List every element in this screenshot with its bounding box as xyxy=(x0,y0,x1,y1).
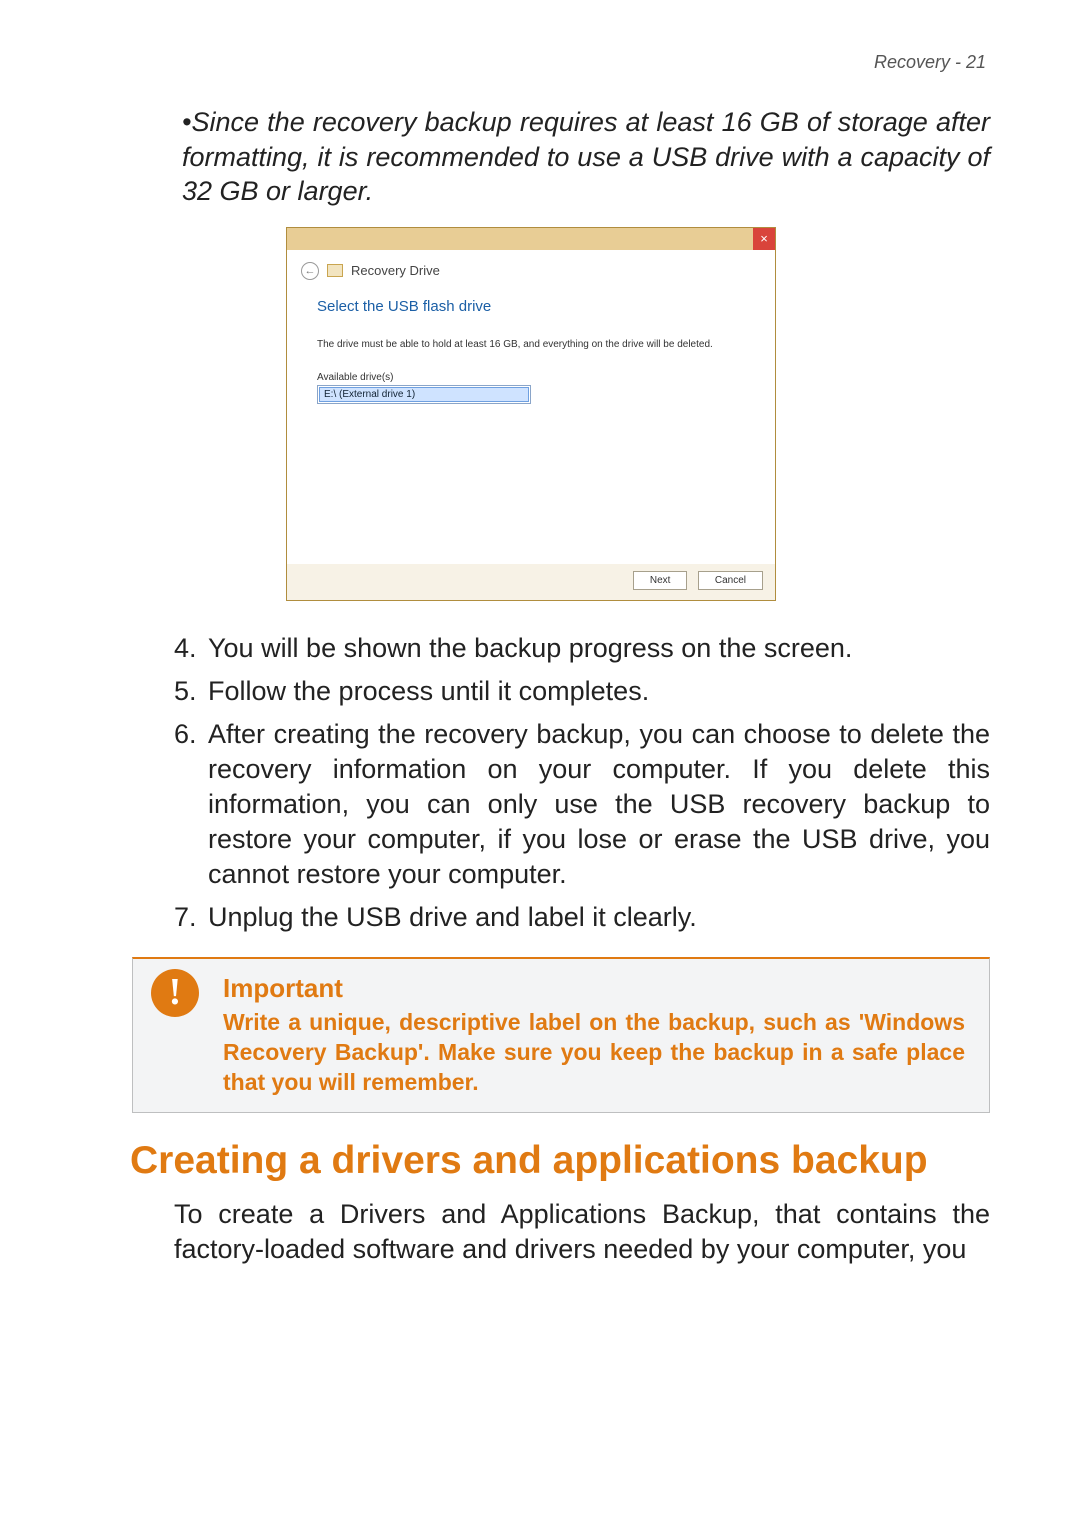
recovery-drive-dialog: × ← Recovery Drive Select the USB flash … xyxy=(286,227,776,601)
available-drives-label: Available drive(s) xyxy=(317,372,745,383)
step-4: You will be shown the backup progress on… xyxy=(208,631,990,666)
back-icon[interactable]: ← xyxy=(301,262,319,280)
folder-icon xyxy=(327,264,343,277)
exclamation-icon: ! xyxy=(151,969,199,1017)
cancel-button[interactable]: Cancel xyxy=(698,571,763,590)
step-6: After creating the recovery backup, you … xyxy=(208,717,990,892)
next-button[interactable]: Next xyxy=(633,571,688,590)
dialog-titlebar: × xyxy=(287,228,775,250)
step-5: Follow the process until it completes. xyxy=(208,674,990,709)
section-paragraph: To create a Drivers and Applications Bac… xyxy=(72,1197,990,1267)
dialog-breadcrumb: ← Recovery Drive xyxy=(287,250,775,286)
section-heading: Creating a drivers and applications back… xyxy=(130,1139,990,1183)
dialog-screenshot: × ← Recovery Drive Select the USB flash … xyxy=(72,227,990,601)
drive-list[interactable]: E:\ (External drive 1) xyxy=(317,385,531,404)
document-page: Recovery - 21 •Since the recovery backup… xyxy=(0,0,1080,1529)
callout-body: Write a unique, descriptive label on the… xyxy=(223,1008,965,1098)
bullet-note: •Since the recovery backup requires at l… xyxy=(72,105,990,209)
dialog-title: Recovery Drive xyxy=(351,263,440,278)
step-list: You will be shown the backup progress on… xyxy=(72,631,990,936)
close-button[interactable]: × xyxy=(753,228,775,250)
important-callout: ! Important Write a unique, descriptive … xyxy=(132,957,990,1113)
dialog-body: Select the USB flash drive The drive mus… xyxy=(287,286,775,564)
bullet-text: Since the recovery backup requires at le… xyxy=(182,107,990,206)
dialog-heading: Select the USB flash drive xyxy=(317,298,745,315)
step-7: Unplug the USB drive and label it clearl… xyxy=(208,900,990,935)
drive-list-item[interactable]: E:\ (External drive 1) xyxy=(319,387,529,402)
dialog-spacer xyxy=(317,404,745,544)
page-header: Recovery - 21 xyxy=(72,52,990,73)
dialog-instruction: The drive must be able to hold at least … xyxy=(317,339,745,350)
callout-title: Important xyxy=(223,973,965,1004)
dialog-button-row: Next Cancel xyxy=(287,564,775,600)
